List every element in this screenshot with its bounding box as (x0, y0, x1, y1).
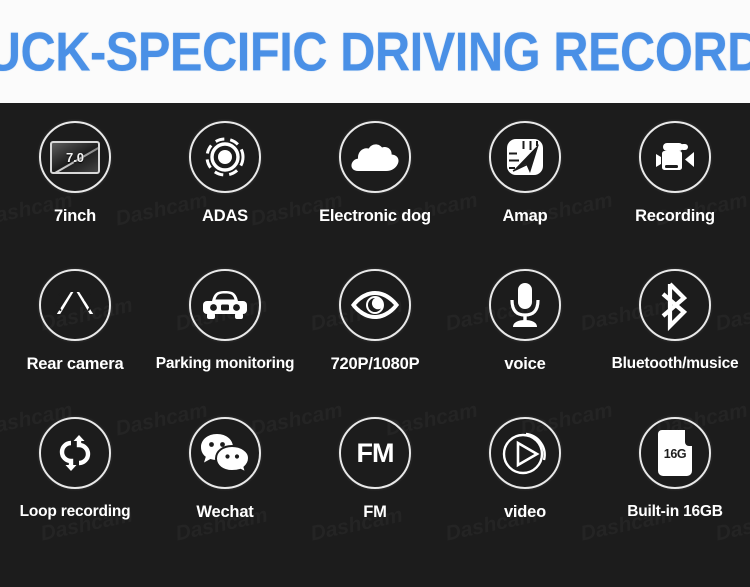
feature-label: FM (363, 503, 387, 521)
feature-item-parking-monitoring[interactable]: Parking monitoring (150, 269, 300, 417)
badge-circle: FM (339, 417, 411, 489)
amap-navigation-icon (507, 139, 543, 175)
badge-circle (339, 269, 411, 341)
feature-label: Amap (502, 207, 548, 225)
feature-label: Loop recording (19, 503, 131, 520)
feature-label: video (503, 503, 547, 521)
car-front-icon (203, 291, 247, 319)
feature-label: Electronic dog (319, 207, 431, 225)
feature-item-loop-recording[interactable]: Loop recording (0, 417, 150, 565)
feature-grid: 7.0 7inch ADAS Electronic dog Amap Recor… (0, 103, 750, 587)
badge-circle (339, 121, 411, 193)
feature-item-recording[interactable]: Recording (600, 121, 750, 269)
feature-item-electronic-dog[interactable]: Electronic dog (300, 121, 450, 269)
feature-item-rear-camera[interactable]: Rear camera (0, 269, 150, 417)
feature-item-video[interactable]: video (450, 417, 600, 565)
feature-item-adas[interactable]: ADAS (150, 121, 300, 269)
feature-item-fm[interactable]: FM FM (300, 417, 450, 565)
feature-label: Built-in 16GB (627, 503, 723, 520)
feature-item-bluetooth[interactable]: Bluetooth/musice (600, 269, 750, 417)
feature-label: Wechat (196, 503, 254, 521)
feature-label: 720P/1080P (330, 355, 420, 373)
badge-circle (39, 417, 111, 489)
play-circle-icon (502, 432, 546, 475)
wechat-bubbles-icon (201, 434, 251, 475)
banner-header: TRUCK-SPECIFIC DRIVING RECORDER (0, 0, 750, 103)
feature-panel: DashcamDashcamDashcamDashcamDashcamDashc… (0, 103, 750, 587)
feature-item-wechat[interactable]: Wechat (150, 417, 300, 565)
feature-item-storage[interactable]: 16G Built-in 16GB (600, 417, 750, 565)
fm-text-icon: FM (356, 437, 395, 468)
feature-item-voice[interactable]: voice (450, 269, 600, 417)
feature-label: Parking monitoring (155, 355, 295, 372)
feature-label: Rear camera (26, 355, 124, 373)
badge-circle (639, 269, 711, 341)
adas-radar-icon (205, 137, 245, 177)
badge-circle (189, 417, 261, 489)
cloud-icon (351, 144, 399, 171)
badge-circle (639, 121, 711, 193)
page-title: TRUCK-SPECIFIC DRIVING RECORDER (0, 20, 750, 83)
promo-banner: TRUCK-SPECIFIC DRIVING RECORDER DashcamD… (0, 0, 750, 587)
feature-label: Bluetooth/musice (611, 355, 739, 372)
video-camera-icon (656, 143, 694, 170)
badge-circle: 7.0 (39, 121, 111, 193)
badge-circle: 16G (639, 417, 711, 489)
sd-card-icon: 16G (658, 430, 692, 476)
sd-card-capacity-text: 16G (663, 447, 687, 461)
bluetooth-icon (661, 282, 688, 332)
parking-guide-lines-icon (55, 292, 94, 314)
badge-circle (489, 121, 561, 193)
feature-label: ADAS (202, 207, 248, 225)
feature-label: Recording (635, 207, 715, 225)
badge-circle (39, 269, 111, 341)
feature-label: 7inch (53, 207, 97, 225)
badge-circle (189, 121, 261, 193)
feature-label: voice (504, 355, 546, 373)
badge-circle (489, 269, 561, 341)
feature-item-amap[interactable]: Amap (450, 121, 600, 269)
microphone-icon (510, 283, 540, 327)
feature-item-resolution[interactable]: 720P/1080P (300, 269, 450, 417)
eye-icon (351, 291, 399, 319)
badge-circle (489, 417, 561, 489)
screen-size-text: 7.0 (65, 149, 85, 165)
loop-arrows-icon (59, 435, 91, 471)
feature-item-7inch[interactable]: 7.0 7inch (0, 121, 150, 269)
screen-7inch-icon: 7.0 (50, 140, 100, 174)
badge-circle (189, 269, 261, 341)
